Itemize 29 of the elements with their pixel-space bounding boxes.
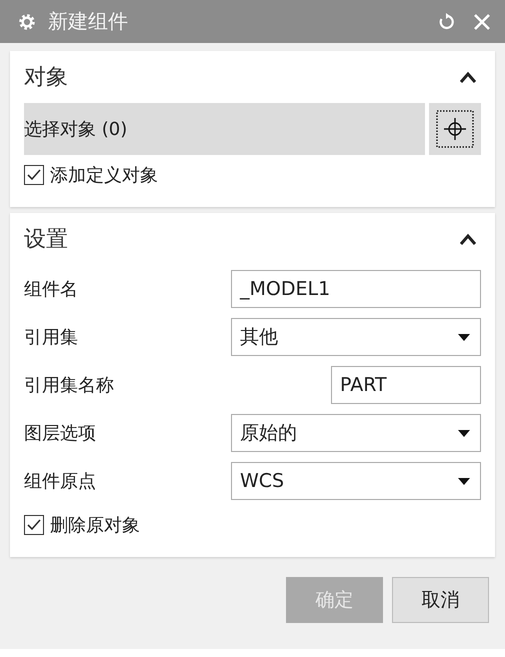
section-title: 设置 xyxy=(24,226,68,254)
dropdown[interactable]: 其他 xyxy=(231,318,481,356)
field-label: 引用集 xyxy=(24,326,79,349)
gear-icon xyxy=(18,12,36,30)
dropdown-arrow-icon xyxy=(458,478,470,484)
close-icon[interactable] xyxy=(473,12,491,30)
window-title: 新建组件 xyxy=(48,8,128,35)
section-title: 对象 xyxy=(24,64,68,92)
dropdown-arrow-icon xyxy=(458,430,470,436)
dialog-button[interactable]: 取消 xyxy=(392,577,489,623)
checkbox-label: 删除原对象 xyxy=(50,514,140,537)
field-label: 组件名 xyxy=(24,278,79,301)
checkbox[interactable] xyxy=(24,515,44,535)
dropdown[interactable]: WCS xyxy=(231,462,481,500)
checkbox-label: 添加定义对象 xyxy=(50,164,158,187)
input-field[interactable]: _MODEL1 xyxy=(231,270,481,308)
checkbox[interactable] xyxy=(24,165,44,185)
field-label: 引用集名称 xyxy=(24,374,115,397)
collapse-chevron-icon[interactable] xyxy=(459,233,477,245)
dropdown[interactable]: 原始的 xyxy=(231,414,481,452)
crosshair-icon xyxy=(436,110,474,148)
dropdown-arrow-icon xyxy=(458,334,470,340)
select-object-field[interactable]: 选择对象 (0) xyxy=(24,103,425,155)
field-label: 组件原点 xyxy=(24,470,97,493)
collapse-chevron-icon[interactable] xyxy=(459,71,477,83)
input-field[interactable]: PART xyxy=(331,366,481,404)
select-button[interactable] xyxy=(429,103,481,155)
reset-icon[interactable] xyxy=(437,12,455,30)
field-label: 图层选项 xyxy=(24,422,97,445)
